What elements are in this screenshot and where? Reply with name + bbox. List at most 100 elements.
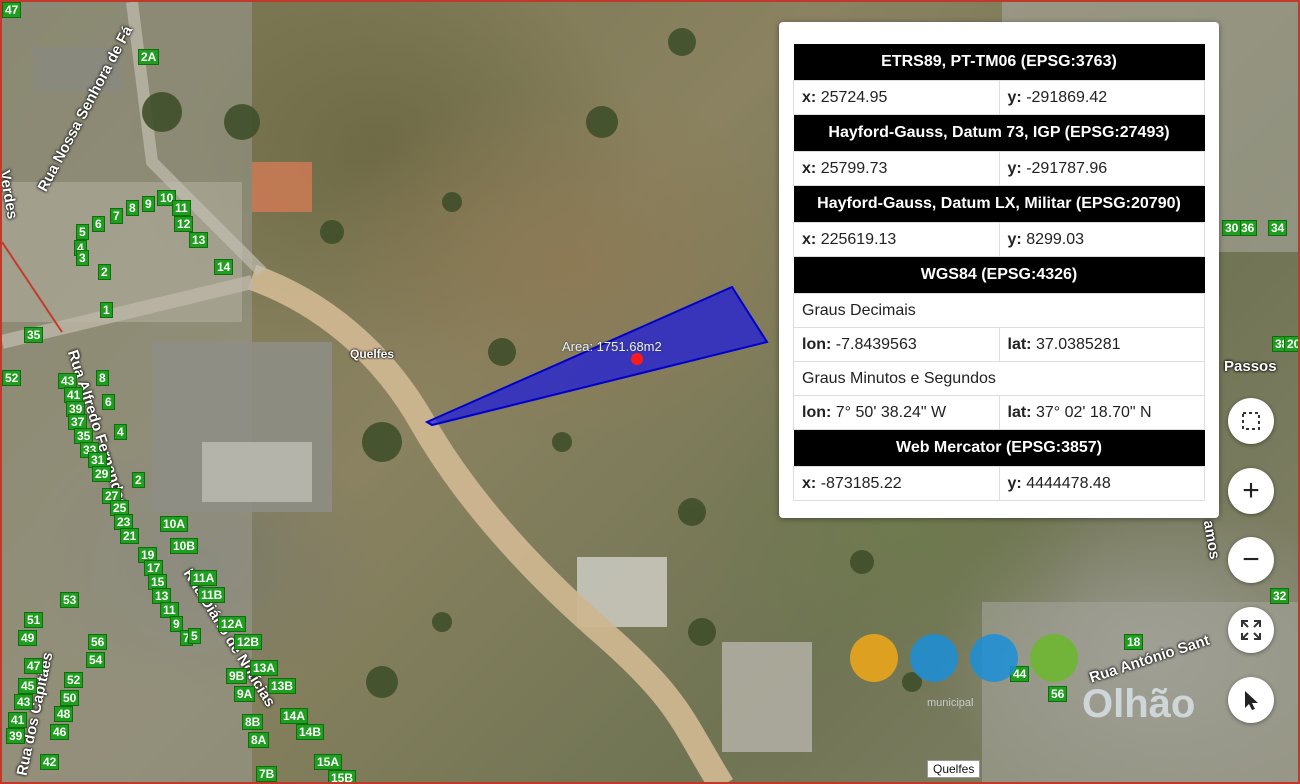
select-area-button[interactable] bbox=[1228, 398, 1274, 444]
logo-subtext: municipal bbox=[927, 697, 974, 709]
house-number: 8B bbox=[242, 714, 264, 730]
house-number: 30 bbox=[1222, 220, 1242, 236]
house-number: 7B bbox=[256, 766, 278, 782]
house-number: 11 bbox=[172, 200, 191, 216]
wgs84-lat-dms: lat: 37° 02' 18.70" N bbox=[998, 395, 1205, 430]
house-number: 51 bbox=[24, 612, 44, 628]
house-number: 13 bbox=[189, 232, 209, 248]
house-number: 52 bbox=[2, 370, 22, 386]
street-passos: Passos bbox=[1224, 358, 1277, 375]
datumlx-x: x: 225619.13 bbox=[793, 222, 1000, 257]
wgs84-lon-dms: lon: 7° 50' 38.24" W bbox=[793, 395, 1000, 430]
house-number: 6 bbox=[92, 216, 105, 232]
datum73-x: x: 25799.73 bbox=[793, 151, 1000, 186]
coordinate-info-panel: ETRS89, PT-TM06 (EPSG:3763) x: 25724.95 … bbox=[779, 22, 1219, 518]
mercator-y: y: 4444478.48 bbox=[998, 466, 1205, 501]
area-label: Area: 1751.68m2 bbox=[562, 339, 662, 354]
centroid-marker bbox=[631, 353, 643, 365]
wgs84-lon-decimal: lon: -7.8439563 bbox=[793, 327, 1000, 362]
house-number: 45 bbox=[18, 678, 38, 694]
house-number: 56 bbox=[88, 634, 108, 650]
house-number: 8 bbox=[96, 370, 109, 386]
zoom-in-button[interactable]: + bbox=[1228, 468, 1274, 514]
place-label-bottom: Quelfes bbox=[927, 760, 981, 778]
section-title-etrs89: ETRS89, PT-TM06 (EPSG:3763) bbox=[793, 44, 1205, 81]
house-number: 11B bbox=[198, 587, 226, 603]
municipal-logo bbox=[850, 634, 1078, 682]
house-number: 2A bbox=[138, 49, 160, 65]
house-number: 49 bbox=[18, 630, 38, 646]
place-label-quelfes: Quelfes bbox=[350, 347, 395, 361]
wgs84-lat-decimal: lat: 37.0385281 bbox=[998, 327, 1205, 362]
house-number: 9A bbox=[234, 686, 256, 702]
area-polygon bbox=[424, 285, 769, 427]
house-number: 41 bbox=[8, 712, 28, 728]
house-number: 5 bbox=[188, 628, 201, 644]
house-number: 13A bbox=[250, 660, 279, 676]
logo-text: Olhão bbox=[1082, 682, 1196, 726]
house-number: 48 bbox=[54, 706, 74, 722]
zoom-out-button[interactable]: − bbox=[1228, 537, 1274, 583]
house-number: 12A bbox=[218, 616, 247, 632]
house-number: 50 bbox=[60, 690, 80, 706]
house-number: 12 bbox=[174, 216, 194, 232]
house-number: 7 bbox=[110, 208, 123, 224]
datumlx-y: y: 8299.03 bbox=[998, 222, 1205, 257]
house-number: 14A bbox=[280, 708, 309, 724]
coordinate-table: ETRS89, PT-TM06 (EPSG:3763) x: 25724.95 … bbox=[793, 44, 1205, 501]
house-number: 2 bbox=[98, 264, 111, 280]
house-number: 43 bbox=[14, 694, 34, 710]
house-number: 47 bbox=[24, 658, 44, 674]
dashed-square-icon bbox=[1242, 412, 1260, 430]
house-number: 54 bbox=[86, 652, 106, 668]
house-number: 9B bbox=[226, 668, 248, 684]
house-number: 4 bbox=[114, 424, 127, 440]
house-number: 21 bbox=[120, 528, 140, 544]
house-number: 42 bbox=[40, 754, 60, 770]
house-number: 12B bbox=[234, 634, 263, 650]
mercator-x: x: -873185.22 bbox=[793, 466, 1000, 501]
section-title-datum73: Hayford-Gauss, Datum 73, IGP (EPSG:27493… bbox=[793, 114, 1205, 152]
house-number: 47 bbox=[2, 2, 22, 18]
house-number: 15B bbox=[328, 770, 357, 782]
house-number: 20 bbox=[1284, 336, 1298, 352]
house-number: 15A bbox=[314, 754, 343, 770]
house-number: 9 bbox=[142, 196, 155, 212]
house-number: 14 bbox=[214, 259, 234, 275]
pointer-tool-button[interactable] bbox=[1228, 677, 1274, 723]
house-number: 52 bbox=[64, 672, 84, 688]
house-number: 35 bbox=[24, 327, 44, 343]
house-number: 34 bbox=[1268, 220, 1288, 236]
house-number: 13B bbox=[268, 678, 297, 694]
house-number: 18 bbox=[1124, 634, 1144, 650]
datum73-y: y: -291787.96 bbox=[998, 151, 1205, 186]
house-number: 3 bbox=[76, 250, 89, 266]
cursor-icon bbox=[1245, 691, 1258, 710]
house-number: 39 bbox=[6, 728, 26, 744]
decimal-heading: Graus Decimais bbox=[793, 293, 1205, 328]
house-number: 32 bbox=[1270, 588, 1290, 604]
section-title-mercator: Web Mercator (EPSG:3857) bbox=[793, 429, 1205, 467]
house-number: 8A bbox=[248, 732, 270, 748]
house-number: 56 bbox=[1048, 686, 1068, 702]
etrs89-y: y: -291869.42 bbox=[998, 80, 1205, 115]
house-number: 14B bbox=[296, 724, 325, 740]
map-viewport[interactable]: Area: 1751.68m2 Quelfes Quelfes Rua Noss… bbox=[0, 0, 1300, 784]
house-number: 46 bbox=[50, 724, 70, 740]
house-number: 10A bbox=[160, 516, 189, 532]
house-number: 6 bbox=[102, 394, 115, 410]
house-number: 2 bbox=[132, 472, 145, 488]
house-number: 1 bbox=[100, 302, 113, 318]
section-title-datumlx: Hayford-Gauss, Datum LX, Militar (EPSG:2… bbox=[793, 185, 1205, 223]
house-number: 11A bbox=[190, 570, 218, 586]
house-number: 10B bbox=[170, 538, 199, 554]
house-number: 8 bbox=[126, 200, 139, 216]
etrs89-x: x: 25724.95 bbox=[793, 80, 1000, 115]
fullscreen-button[interactable] bbox=[1228, 607, 1274, 653]
house-number: 29 bbox=[92, 466, 112, 482]
expand-icon bbox=[1241, 620, 1261, 640]
house-number: 5 bbox=[76, 224, 89, 240]
dms-heading: Graus Minutos e Segundos bbox=[793, 361, 1205, 396]
house-number: 53 bbox=[60, 592, 80, 608]
section-title-wgs84: WGS84 (EPSG:4326) bbox=[793, 256, 1205, 294]
